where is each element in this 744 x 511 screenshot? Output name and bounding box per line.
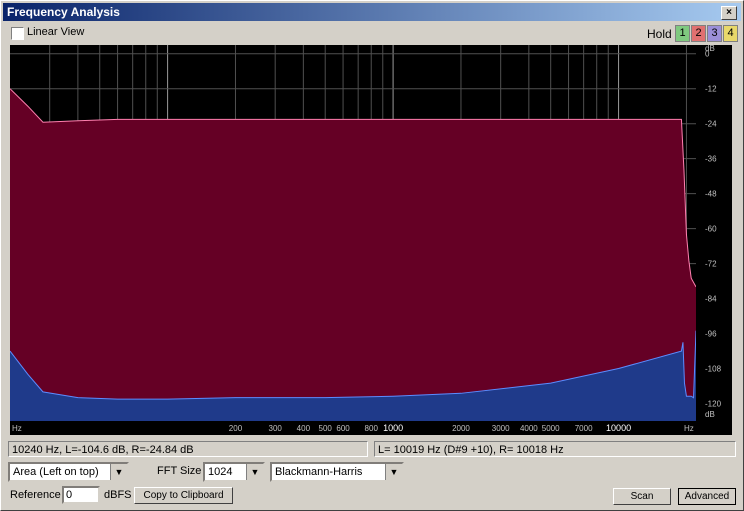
advanced-button[interactable]: Advanced	[678, 488, 736, 505]
y-tick-label: -108	[705, 365, 722, 374]
x-tick-label: 10000	[606, 423, 631, 433]
x-tick-label: 3000	[492, 424, 510, 433]
hold-label: Hold	[647, 27, 672, 41]
x-tick-label: 500	[319, 424, 333, 433]
y-tick-label: -36	[705, 155, 717, 164]
x-tick-label: 4000	[520, 424, 538, 433]
chevron-down-icon[interactable]: ▼	[110, 464, 127, 480]
fft-size-label: FFT Size	[157, 465, 202, 477]
linear-view-label: Linear View	[27, 26, 85, 38]
x-tick-label: 7000	[575, 424, 593, 433]
fft-size-select[interactable]: 1024 ▼	[203, 462, 265, 482]
top-toolbar: Linear View Hold 1 2 3 4	[1, 23, 743, 43]
x-tick-label: Hz	[12, 424, 22, 433]
dbfs-label: dBFS	[104, 489, 132, 501]
spectrum-plot[interactable]: Hz 200 300 400 500 600 800 1000 2000 3000 4000 5000…	[9, 44, 732, 435]
y-tick-label: -84	[705, 295, 717, 304]
reference-input[interactable]: 0	[62, 486, 100, 504]
display-mode-value: Area (Left on top)	[13, 466, 99, 478]
chevron-down-icon[interactable]: ▼	[246, 464, 263, 480]
y-tick-label: 0	[705, 50, 710, 59]
x-tick-label: 200	[229, 424, 243, 433]
frequency-analysis-window: Frequency Analysis × Linear View Hold 1 …	[0, 0, 744, 511]
hold-button-3[interactable]: 3	[707, 25, 722, 42]
window-function-value: Blackmann-Harris	[275, 466, 363, 478]
hold-button-1[interactable]: 1	[675, 25, 690, 42]
x-tick-label: 5000	[542, 424, 560, 433]
y-tick-label: -12	[705, 85, 717, 94]
y-tick-label: -48	[705, 190, 717, 199]
spectrum-chart[interactable]: Hz 200 300 400 500 600 800 1000 2000 3000 4000 5000…	[9, 44, 732, 435]
reference-label: Reference	[10, 489, 61, 501]
x-tick-label: 300	[269, 424, 283, 433]
scan-button[interactable]: Scan	[613, 488, 671, 505]
peak-readout: L= 10019 Hz (D#9 +10), R= 10018 Hz	[374, 441, 736, 457]
hold-button-4[interactable]: 4	[723, 25, 738, 42]
x-tick-label: 400	[297, 424, 311, 433]
spectrum-area-series-1	[10, 88, 696, 421]
linear-view-checkbox[interactable]	[11, 27, 24, 40]
x-tick-label: Hz	[684, 424, 694, 433]
fft-size-value: 1024	[208, 466, 233, 478]
y-axis-band	[696, 45, 732, 435]
title-bar[interactable]: Frequency Analysis ×	[3, 3, 741, 21]
y-tick-label: -120	[705, 400, 722, 409]
y-tick-label: -96	[705, 330, 717, 339]
y-tick-label: dB	[705, 410, 715, 419]
y-tick-label: -72	[705, 260, 717, 269]
chevron-down-icon[interactable]: ▼	[385, 464, 402, 480]
y-tick-label: -60	[705, 225, 717, 234]
cursor-readout: 10240 Hz, L=-104.6 dB, R=-24.84 dB	[8, 441, 368, 457]
x-tick-label: 1000	[383, 423, 403, 433]
y-tick-label: -24	[705, 120, 717, 129]
display-mode-select[interactable]: Area (Left on top) ▼	[8, 462, 129, 482]
copy-to-clipboard-button[interactable]: Copy to Clipboard	[134, 487, 233, 504]
x-tick-label: 2000	[452, 424, 470, 433]
close-button[interactable]: ×	[721, 6, 737, 20]
x-tick-label: 800	[365, 424, 379, 433]
window-title: Frequency Analysis	[7, 5, 120, 19]
window-function-select[interactable]: Blackmann-Harris ▼	[270, 462, 404, 482]
x-tick-label: 600	[336, 424, 350, 433]
hold-button-2[interactable]: 2	[691, 25, 706, 42]
